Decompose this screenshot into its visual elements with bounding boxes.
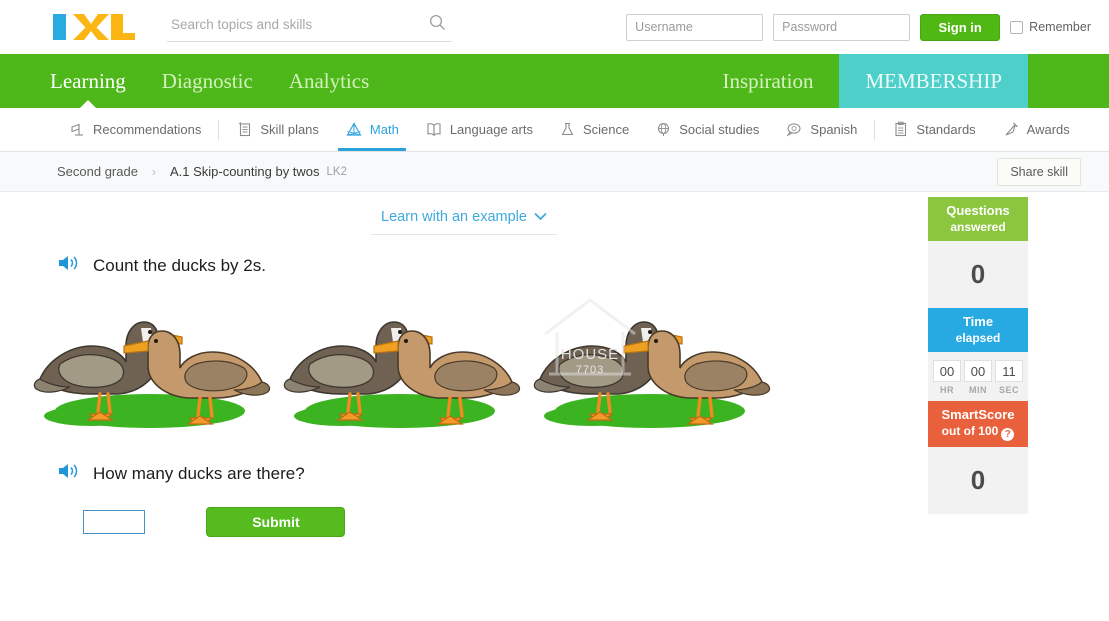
subject-nav-label: Standards [916,122,976,137]
chevron-right-icon: › [151,164,156,179]
checkbox-box[interactable] [1010,20,1024,34]
nav-item-diagnostic[interactable]: Diagnostic [162,54,253,108]
sign-in-button[interactable]: Sign in [920,13,1001,41]
smartscore-subtitle-text: out of 100 [941,424,999,438]
nav-item-inspiration[interactable]: Inspiration [696,54,839,108]
learn-with-example-link[interactable]: Learn with an example [371,209,557,235]
smartscore-title-line1: SmartScore [941,407,1015,422]
nav-divider [218,119,220,140]
math-icon [345,121,363,139]
subject-nav-label: Social studies [679,122,760,137]
breadcrumb-skill: A.1 Skip-counting by twos [169,164,320,179]
timer-hours-label: HR [940,385,954,395]
questions-answered-title-line1: Questions [946,203,1010,218]
smartscore-value: 0 [928,447,1028,514]
social-studies-icon [655,121,672,138]
subject-nav-social-studies[interactable]: Social studies [642,108,772,151]
recommendations-icon [69,121,86,138]
learn-example-row: Learn with an example [0,192,928,235]
search-icon[interactable] [429,14,446,36]
top-bar: Sign in Remember [0,0,1109,54]
question-row: How many ducks are there? [57,461,928,486]
main-content: Learn with an example Count the ducks by… [0,192,1109,615]
subject-nav-spanish[interactable]: Spanish [772,108,870,151]
main-nav-items: Learning Diagnostic Analytics [0,54,369,108]
subject-nav-label: Recommendations [93,122,202,137]
instruction-row: Count the ducks by 2s. [57,253,928,278]
smartscore-title-line2: out of 100? [932,423,1024,441]
submit-button[interactable]: Submit [206,507,346,537]
timer-seconds-value: 11 [995,360,1023,382]
remember-label: Remember [1029,20,1091,34]
timer-minutes: 00 MIN [964,360,992,395]
duck-group [280,284,530,439]
time-elapsed-value: 00 HR 00 MIN 11 SEC [928,352,1028,401]
smartscore-header: SmartScore out of 100? [928,401,1028,447]
subject-nav-label: Awards [1026,122,1070,137]
nav-item-analytics[interactable]: Analytics [289,54,369,108]
time-elapsed-title-line2: elapsed [955,331,1001,345]
timer-seconds-label: SEC [998,385,1019,395]
help-icon[interactable]: ? [1001,428,1015,441]
skill-code: LK2 [326,165,347,178]
question-text: How many ducks are there? [93,463,305,483]
skill-plans-icon [236,121,253,138]
questions-answered-title-line2: answered [950,220,1006,234]
subject-nav-math[interactable]: Math [332,108,412,151]
speaker-icon[interactable] [57,461,81,486]
spanish-icon [785,121,803,138]
speaker-icon[interactable] [57,253,81,278]
subject-nav-skill-plans[interactable]: Skill plans [223,108,332,151]
main-nav-right: Inspiration MEMBERSHIP [696,54,1109,108]
ixl-logo[interactable] [53,12,135,42]
main-navigation: Learning Diagnostic Analytics Inspiratio… [0,54,1109,108]
share-skill-button[interactable]: Share skill [997,158,1081,186]
auth-controls: Sign in Remember [626,0,1109,54]
password-field[interactable] [773,13,911,41]
duck-illustration-area: HOUSE 7703 [30,284,820,439]
remember-checkbox[interactable]: Remember [1010,20,1091,34]
answer-input[interactable] [83,510,145,534]
subject-navigation: Recommendations Skill plans Math Languag… [0,108,1109,152]
timer-minutes-value: 00 [964,360,992,382]
subject-nav-label: Science [582,122,630,137]
awards-icon [1002,121,1020,138]
language-arts-icon [425,121,443,138]
standards-icon [892,121,909,138]
subject-nav-standards[interactable]: Standards [879,108,988,151]
time-elapsed-title-line1: Time [962,314,994,329]
timer-seconds: 11 SEC [995,360,1023,395]
search-input[interactable] [167,17,412,36]
timer-hours-value: 00 [933,360,961,382]
nav-item-learning[interactable]: Learning [50,54,126,108]
timer-minutes-label: MIN [969,385,987,395]
subject-nav-science[interactable]: Science [546,108,642,151]
progress-sidebar: Questions answered 0 Time elapsed 00 HR … [928,197,1028,531]
subject-nav-recommendations[interactable]: Recommendations [56,108,214,151]
breadcrumb: Second grade › A.1 Skip-counting by twos… [0,152,1109,192]
nav-divider [874,119,876,140]
subject-nav-label: Skill plans [260,122,319,137]
subject-nav-awards[interactable]: Awards [989,108,1083,151]
science-icon [559,121,576,138]
duck-group [530,284,780,439]
subject-nav-label: Language arts [449,122,533,137]
duck-group [30,284,280,439]
exercise-panel: Learn with an example Count the ducks by… [0,192,928,615]
timer-hours: 00 HR [933,360,961,395]
questions-answered-header: Questions answered [928,197,1028,241]
chevron-down-icon [534,209,547,225]
instruction-text: Count the ducks by 2s. [93,255,266,275]
questions-answered-value: 0 [928,241,1028,308]
subject-nav-label: Spanish [810,122,858,137]
subject-nav-label: Math [369,122,399,137]
username-field[interactable] [626,13,764,41]
nav-item-membership[interactable]: MEMBERSHIP [839,54,1028,108]
breadcrumb-grade[interactable]: Second grade [57,164,138,179]
subject-nav-language-arts[interactable]: Language arts [412,108,546,151]
search-bar[interactable] [167,12,452,42]
time-elapsed-header: Time elapsed [928,308,1028,352]
learn-with-example-label: Learn with an example [381,209,527,225]
